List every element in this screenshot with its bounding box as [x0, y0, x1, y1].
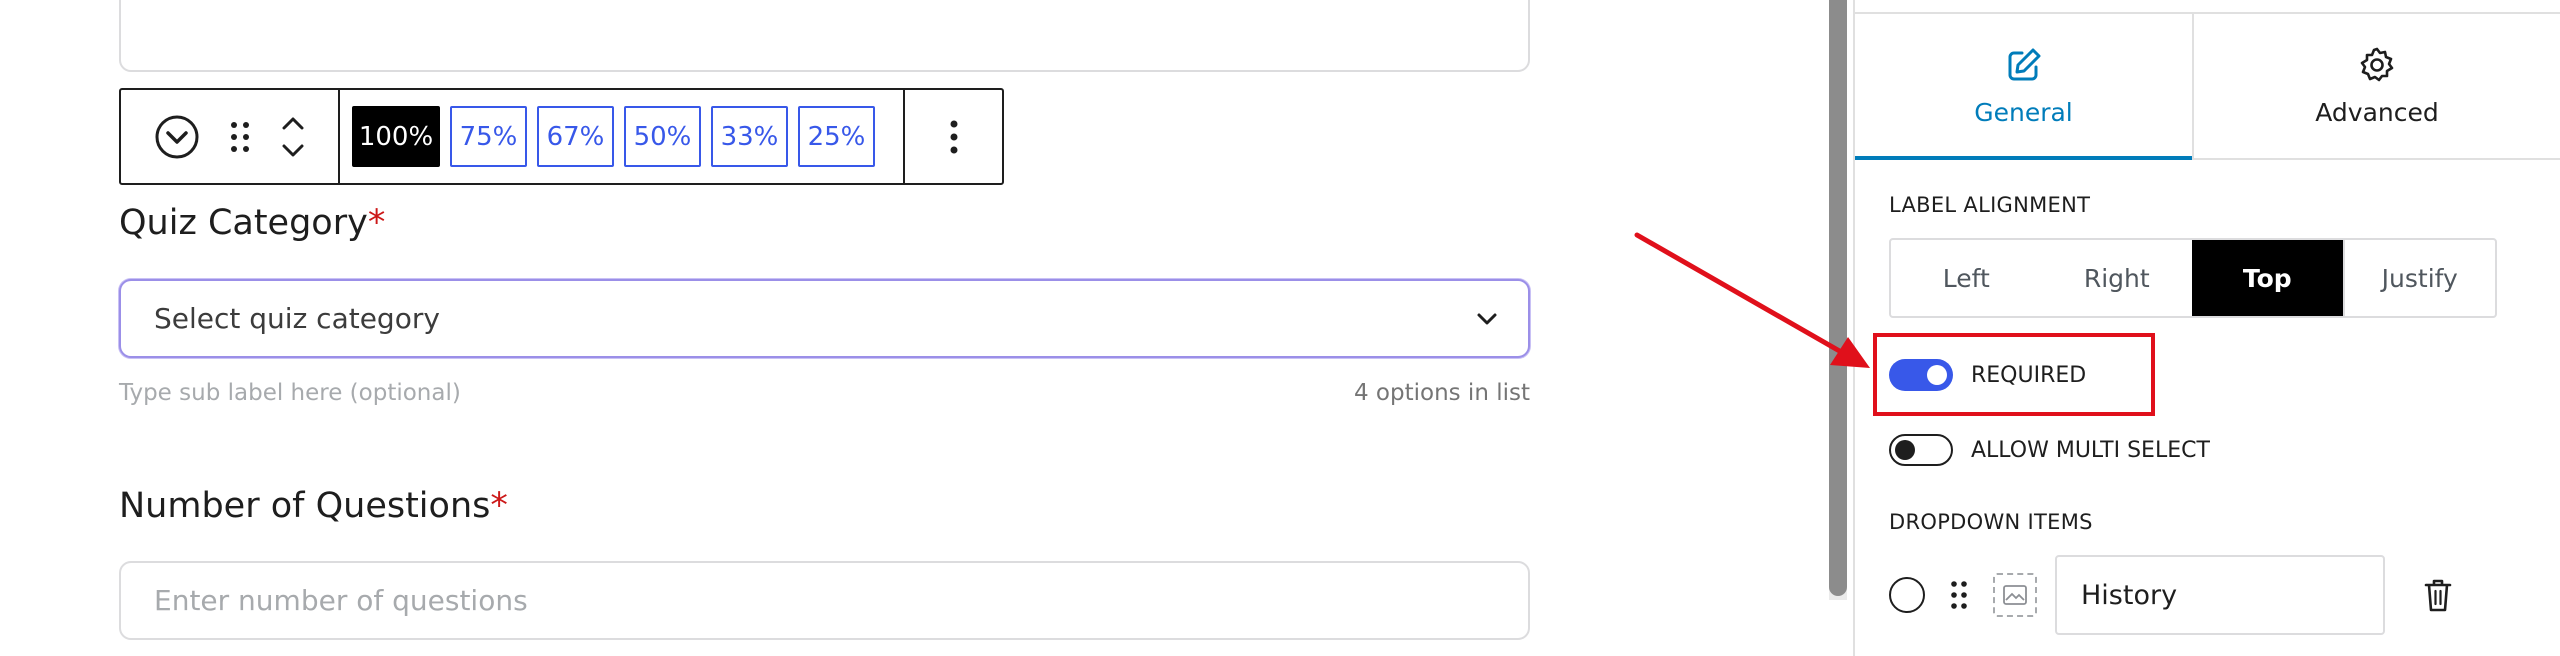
move-up-down-icon[interactable] [281, 116, 305, 158]
number-of-questions-input[interactable] [154, 584, 1528, 617]
required-star: * [367, 203, 386, 243]
chevron-down-icon[interactable] [281, 144, 305, 158]
more-options-group [905, 90, 1002, 183]
default-option-radio[interactable] [1889, 577, 1925, 613]
number-of-questions-input-box[interactable] [119, 561, 1530, 640]
width-100-button[interactable]: 100% [352, 106, 440, 167]
number-of-questions-label-text: Number of Questions [119, 486, 491, 526]
tab-general[interactable]: General [1855, 14, 2192, 160]
image-placeholder-icon[interactable] [1993, 573, 2037, 617]
more-options-icon[interactable] [949, 119, 959, 155]
previous-field-box[interactable] [119, 0, 1530, 72]
width-33-button[interactable]: 33% [711, 106, 788, 167]
sub-label-placeholder[interactable]: Type sub label here (optional) [119, 380, 461, 406]
allow-multi-select-label: ALLOW MULTI SELECT [1971, 437, 2210, 463]
options-count: 4 options in list [1353, 380, 1530, 406]
align-right-button[interactable]: Right [2042, 240, 2193, 316]
dropdown-item-input-box[interactable] [2055, 555, 2385, 635]
align-justify-button[interactable]: Justify [2342, 240, 2496, 316]
block-controls-group [121, 90, 340, 183]
label-alignment-title: LABEL ALIGNMENT [1889, 193, 2091, 217]
drag-handle-icon[interactable] [229, 120, 251, 154]
width-75-button[interactable]: 75% [450, 106, 527, 167]
label-alignment-group: Left Right Top Justify [1889, 238, 2497, 318]
chevron-down-icon [1477, 313, 1497, 324]
width-50-button[interactable]: 50% [624, 106, 701, 167]
width-67-button[interactable]: 67% [537, 106, 614, 167]
required-highlight-box [1873, 333, 2155, 416]
tab-general-label: General [1974, 97, 2073, 127]
dropdown-items-title: DROPDOWN ITEMS [1889, 510, 2093, 534]
required-star: * [490, 486, 508, 526]
dropdown-item-row [1889, 555, 2529, 635]
width-options-group: 100% 75% 67% 50% 33% 25% [340, 90, 905, 183]
trash-icon[interactable] [2423, 577, 2453, 613]
block-toolbar: 100% 75% 67% 50% 33% 25% [119, 88, 1004, 185]
tab-advanced-label: Advanced [2315, 97, 2439, 127]
sidebar-tabs: General Advanced [1855, 14, 2560, 160]
scrollbar-thumb[interactable] [1829, 0, 1847, 596]
gear-icon [2360, 47, 2394, 81]
drag-handle-icon[interactable] [1949, 579, 1969, 611]
align-top-button[interactable]: Top [2192, 240, 2343, 316]
toggle-knob [1895, 440, 1915, 460]
chevron-up-icon[interactable] [281, 116, 305, 130]
allow-multi-select-toggle[interactable] [1889, 434, 1953, 466]
edit-icon [2008, 48, 2040, 80]
quiz-category-select[interactable]: Select quiz category [119, 279, 1530, 358]
quiz-category-placeholder: Select quiz category [154, 302, 440, 335]
quiz-category-label-text: Quiz Category [119, 203, 368, 243]
settings-sidebar: General Advanced LABEL ALIGNMENT Left Ri… [1853, 0, 2560, 656]
align-left-button[interactable]: Left [1891, 240, 2042, 316]
number-of-questions-label: Number of Questions* [119, 486, 508, 526]
block-type-icon[interactable] [154, 114, 200, 160]
tab-advanced[interactable]: Advanced [2192, 14, 2560, 158]
width-25-button[interactable]: 25% [798, 106, 875, 167]
multi-select-toggle-row: ALLOW MULTI SELECT [1889, 434, 2210, 466]
dropdown-item-input[interactable] [2081, 579, 2383, 611]
quiz-category-label: Quiz Category* [119, 203, 385, 243]
